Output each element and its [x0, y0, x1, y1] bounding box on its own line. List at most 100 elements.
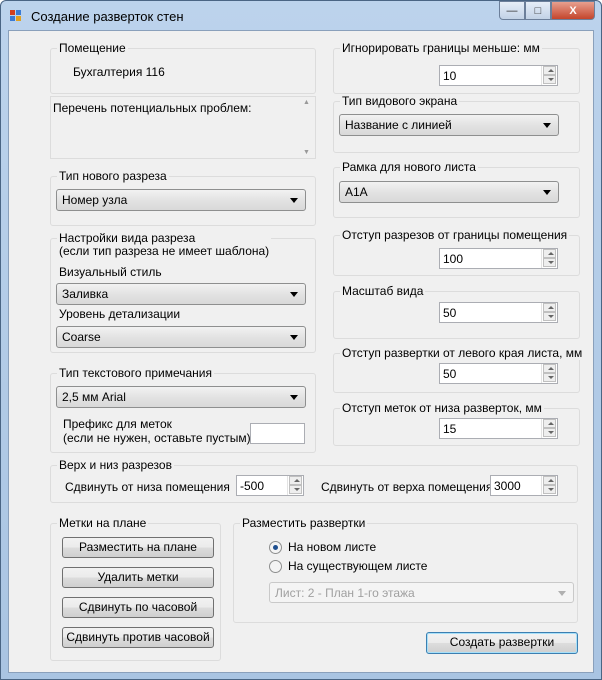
titleblock-group: Рамка для нового листа A1A [333, 160, 580, 218]
view-settings-title: Настройки вида разреза [59, 231, 196, 245]
section-type-combo[interactable]: Номер узла [56, 189, 306, 211]
marks-label: Метки на плане [57, 516, 149, 530]
viewport-label: Тип видового экрана [340, 94, 460, 108]
new-sheet-radio[interactable]: На новом листе [269, 540, 376, 554]
text-note-label: Тип текстового примечания [57, 366, 214, 380]
radio-checked-icon [269, 540, 282, 554]
spin-down-icon[interactable] [543, 258, 556, 267]
scrollbar[interactable]: ▲ ▼ [298, 97, 315, 158]
place-on-plan-button[interactable]: Разместить на плане [62, 537, 214, 558]
spin-up-icon[interactable] [289, 476, 302, 485]
close-button[interactable]: X [551, 1, 595, 20]
scroll-up-icon[interactable]: ▲ [303, 99, 310, 106]
chevron-down-icon [290, 198, 298, 203]
offset-marks-group: Отступ меток от низа разверток, мм 15 [333, 401, 580, 446]
room-value: Бухгалтерия 116 [73, 65, 165, 79]
scale-label: Масштаб вида [340, 284, 426, 298]
problems-textbox[interactable]: Перечень потенциальных проблем: ▲ ▼ [50, 96, 316, 159]
visual-style-combo[interactable]: Заливка [56, 283, 306, 305]
spin-up-icon[interactable] [543, 419, 556, 428]
offset-room-value: 100 [443, 252, 464, 266]
rotate-clockwise-button[interactable]: Сдвинуть по часовой [62, 597, 214, 618]
chevron-down-icon [290, 292, 298, 297]
offset-marks-label: Отступ меток от низа разверток, мм [340, 401, 544, 415]
spin-down-icon[interactable] [543, 485, 556, 494]
spin-up-icon[interactable] [543, 249, 556, 258]
text-note-combo[interactable]: 2,5 мм Arial [56, 386, 306, 408]
sheet-value: Лист: 2 - План 1-го этажа [275, 586, 415, 600]
offset-marks-value: 15 [443, 422, 457, 436]
prefix-input[interactable] [250, 423, 305, 444]
view-settings-label: Настройки вида разреза (если тип разреза … [57, 231, 272, 258]
spin-up-icon[interactable] [543, 66, 556, 75]
chevron-down-icon [558, 591, 566, 596]
spin-down-icon[interactable] [289, 485, 302, 494]
minimize-button[interactable]: — [499, 1, 525, 20]
sheet-combo[interactable]: Лист: 2 - План 1-го этажа [269, 582, 574, 603]
detail-level-label: Уровень детализации [59, 307, 181, 321]
scroll-down-icon[interactable]: ▼ [303, 149, 310, 156]
offset-room-spinner[interactable]: 100 [439, 248, 558, 269]
offset-left-spinner[interactable]: 50 [439, 363, 558, 384]
view-settings-subtitle: (если тип разреза не имеет шаблона) [59, 244, 270, 258]
existing-sheet-label: На существующем листе [288, 559, 428, 573]
client-area: Помещение Бухгалтерия 116 Перечень потен… [8, 30, 594, 673]
spin-up-icon[interactable] [543, 364, 556, 373]
titleblock-combo[interactable]: A1A [339, 181, 559, 203]
text-note-group: Тип текстового примечания 2,5 мм Arial П… [50, 366, 316, 453]
ignore-spinner[interactable]: 10 [439, 65, 558, 86]
chevron-down-icon [290, 335, 298, 340]
scale-spinner[interactable]: 50 [439, 302, 558, 323]
window-title: Создание разверток стен [31, 9, 184, 24]
top-offset-value: 3000 [494, 479, 521, 493]
new-sheet-label: На новом листе [288, 540, 377, 554]
ignore-group: Игнорировать границы меньше: мм 10 [333, 41, 580, 94]
offset-left-group: Отступ развертки от левого края листа, м… [333, 346, 585, 393]
spin-down-icon[interactable] [543, 75, 556, 84]
titleblock-value: A1A [345, 185, 368, 199]
viewport-combo[interactable]: Название с линией [339, 114, 559, 136]
text-note-value: 2,5 мм Arial [62, 390, 126, 404]
scale-value: 50 [443, 306, 457, 320]
offset-left-label: Отступ развертки от левого края листа, м… [340, 346, 585, 360]
titleblock-label: Рамка для нового листа [340, 160, 478, 174]
scale-group: Масштаб вида 50 [333, 284, 580, 339]
top-offset-label: Сдвинуть от верха помещения [321, 480, 493, 494]
app-icon [10, 10, 23, 22]
spin-up-icon[interactable] [543, 303, 556, 312]
bottom-offset-label: Сдвинуть от низа помещения [65, 480, 230, 494]
offset-marks-spinner[interactable]: 15 [439, 418, 558, 439]
spin-down-icon[interactable] [543, 373, 556, 382]
problems-text: Перечень потенциальных проблем: [53, 101, 252, 115]
placement-group: Разместить развертки На новом листе На с… [233, 516, 578, 623]
chevron-down-icon [290, 395, 298, 400]
spin-down-icon[interactable] [543, 428, 556, 437]
top-bottom-group: Верх и низ разрезов Сдвинуть от низа пом… [50, 458, 578, 503]
ignore-label: Игнорировать границы меньше: мм [340, 41, 542, 55]
rotate-counterclockwise-button[interactable]: Сдвинуть против часовой [62, 627, 214, 648]
bottom-offset-spinner[interactable]: -500 [236, 475, 304, 496]
spin-down-icon[interactable] [543, 312, 556, 321]
section-type-value: Номер узла [62, 193, 128, 207]
bottom-offset-value: -500 [240, 479, 265, 493]
top-offset-spinner[interactable]: 3000 [490, 475, 558, 496]
ignore-value: 10 [443, 69, 457, 83]
viewport-value: Название с линией [345, 118, 452, 132]
section-type-label: Тип нового разреза [57, 169, 169, 183]
room-group: Помещение Бухгалтерия 116 [50, 41, 316, 94]
offset-room-group: Отступ разрезов от границы помещения 100 [333, 228, 580, 276]
delete-marks-button[interactable]: Удалить метки [62, 567, 214, 588]
spin-up-icon[interactable] [543, 476, 556, 485]
detail-level-combo[interactable]: Coarse [56, 326, 306, 348]
create-button[interactable]: Создать развертки [426, 632, 578, 654]
placement-label: Разместить развертки [240, 516, 368, 530]
maximize-button[interactable]: □ [525, 1, 551, 20]
viewport-group: Тип видового экрана Название с линией [333, 94, 580, 153]
detail-level-value: Coarse [62, 330, 101, 344]
chevron-down-icon [543, 123, 551, 128]
section-type-group: Тип нового разреза Номер узла [50, 169, 316, 226]
top-bottom-label: Верх и низ разрезов [57, 458, 174, 472]
offset-left-value: 50 [443, 367, 457, 381]
prefix-label: Префикс для меток (если не нужен, оставьт… [63, 417, 251, 445]
existing-sheet-radio[interactable]: На существующем листе [269, 559, 427, 573]
